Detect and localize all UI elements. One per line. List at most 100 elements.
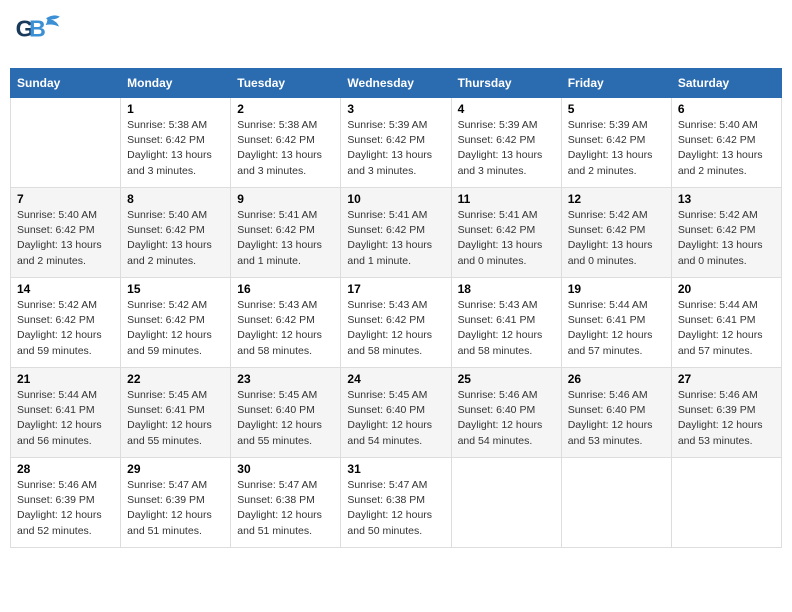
- week-row-4: 21 Sunrise: 5:44 AM Sunset: 6:41 PM Dayli…: [11, 368, 782, 458]
- day-info: Sunrise: 5:39 AM Sunset: 6:42 PM Dayligh…: [347, 118, 444, 179]
- col-header-friday: Friday: [561, 69, 671, 98]
- cell-5-4: 31 Sunrise: 5:47 AM Sunset: 6:38 PM Dayli…: [341, 458, 451, 548]
- day-number: 12: [568, 192, 665, 206]
- cell-1-4: 3Sunrise: 5:39 AM Sunset: 6:42 PM Daylig…: [341, 98, 451, 188]
- day-info: Sunrise: 5:42 AM Sunset: 6:42 PM Dayligh…: [678, 208, 775, 269]
- day-number: 16: [237, 282, 334, 296]
- day-info: Sunrise: 5:47 AM Sunset: 6:38 PM Dayligh…: [237, 478, 334, 539]
- cell-5-1: 28 Sunrise: 5:46 AM Sunset: 6:39 PM Dayli…: [11, 458, 121, 548]
- day-number: 9: [237, 192, 334, 206]
- cell-3-1: 14 Sunrise: 5:42 AM Sunset: 6:42 PM Dayli…: [11, 278, 121, 368]
- day-info: Sunrise: 5:44 AM Sunset: 6:41 PM Dayligh…: [678, 298, 775, 359]
- day-info: Sunrise: 5:46 AM Sunset: 6:39 PM Dayligh…: [17, 478, 114, 539]
- day-info: Sunrise: 5:38 AM Sunset: 6:42 PM Dayligh…: [127, 118, 224, 179]
- cell-2-1: 7Sunrise: 5:40 AM Sunset: 6:42 PM Daylig…: [11, 188, 121, 278]
- day-number: 18: [458, 282, 555, 296]
- day-info: Sunrise: 5:41 AM Sunset: 6:42 PM Dayligh…: [347, 208, 444, 269]
- cell-4-1: 21 Sunrise: 5:44 AM Sunset: 6:41 PM Dayli…: [11, 368, 121, 458]
- day-number: 7: [17, 192, 114, 206]
- day-number: 13: [678, 192, 775, 206]
- cell-2-4: 10 Sunrise: 5:41 AM Sunset: 6:42 PM Dayli…: [341, 188, 451, 278]
- day-info: Sunrise: 5:43 AM Sunset: 6:41 PM Dayligh…: [458, 298, 555, 359]
- day-number: 26: [568, 372, 665, 386]
- day-number: 2: [237, 102, 334, 116]
- cell-5-3: 30 Sunrise: 5:47 AM Sunset: 6:38 PM Dayli…: [231, 458, 341, 548]
- day-number: 28: [17, 462, 114, 476]
- day-number: 23: [237, 372, 334, 386]
- cell-4-4: 24 Sunrise: 5:45 AM Sunset: 6:40 PM Dayli…: [341, 368, 451, 458]
- cell-5-6: [561, 458, 671, 548]
- day-number: 11: [458, 192, 555, 206]
- day-info: Sunrise: 5:45 AM Sunset: 6:41 PM Dayligh…: [127, 388, 224, 449]
- calendar-table: SundayMondayTuesdayWednesdayThursdayFrid…: [10, 68, 782, 548]
- day-info: Sunrise: 5:41 AM Sunset: 6:42 PM Dayligh…: [237, 208, 334, 269]
- cell-2-2: 8 Sunrise: 5:40 AM Sunset: 6:42 PM Daylig…: [121, 188, 231, 278]
- day-number: 30: [237, 462, 334, 476]
- cell-5-2: 29 Sunrise: 5:47 AM Sunset: 6:39 PM Dayli…: [121, 458, 231, 548]
- day-number: 8: [127, 192, 224, 206]
- day-number: 4: [458, 102, 555, 116]
- cell-4-5: 25 Sunrise: 5:46 AM Sunset: 6:40 PM Dayli…: [451, 368, 561, 458]
- cell-3-4: 17 Sunrise: 5:43 AM Sunset: 6:42 PM Dayli…: [341, 278, 451, 368]
- day-number: 21: [17, 372, 114, 386]
- cell-3-3: 16 Sunrise: 5:43 AM Sunset: 6:42 PM Dayli…: [231, 278, 341, 368]
- day-info: Sunrise: 5:39 AM Sunset: 6:42 PM Dayligh…: [458, 118, 555, 179]
- day-number: 25: [458, 372, 555, 386]
- day-info: Sunrise: 5:43 AM Sunset: 6:42 PM Dayligh…: [347, 298, 444, 359]
- day-number: 5: [568, 102, 665, 116]
- day-info: Sunrise: 5:38 AM Sunset: 6:42 PM Dayligh…: [237, 118, 334, 179]
- day-info: Sunrise: 5:40 AM Sunset: 6:42 PM Dayligh…: [678, 118, 775, 179]
- day-info: Sunrise: 5:42 AM Sunset: 6:42 PM Dayligh…: [568, 208, 665, 269]
- day-info: Sunrise: 5:46 AM Sunset: 6:40 PM Dayligh…: [568, 388, 665, 449]
- day-number: 14: [17, 282, 114, 296]
- cell-2-7: 13 Sunrise: 5:42 AM Sunset: 6:42 PM Dayli…: [671, 188, 781, 278]
- day-number: 31: [347, 462, 444, 476]
- cell-1-2: 1Sunrise: 5:38 AM Sunset: 6:42 PM Daylig…: [121, 98, 231, 188]
- day-number: 24: [347, 372, 444, 386]
- logo: G B: [14, 10, 66, 60]
- day-info: Sunrise: 5:45 AM Sunset: 6:40 PM Dayligh…: [347, 388, 444, 449]
- day-info: Sunrise: 5:42 AM Sunset: 6:42 PM Dayligh…: [17, 298, 114, 359]
- col-header-monday: Monday: [121, 69, 231, 98]
- svg-text:B: B: [29, 16, 46, 42]
- day-info: Sunrise: 5:40 AM Sunset: 6:42 PM Dayligh…: [127, 208, 224, 269]
- day-number: 10: [347, 192, 444, 206]
- day-number: 15: [127, 282, 224, 296]
- day-info: Sunrise: 5:43 AM Sunset: 6:42 PM Dayligh…: [237, 298, 334, 359]
- cell-4-6: 26 Sunrise: 5:46 AM Sunset: 6:40 PM Dayli…: [561, 368, 671, 458]
- cell-4-3: 23 Sunrise: 5:45 AM Sunset: 6:40 PM Dayli…: [231, 368, 341, 458]
- day-info: Sunrise: 5:46 AM Sunset: 6:39 PM Dayligh…: [678, 388, 775, 449]
- day-number: 17: [347, 282, 444, 296]
- cell-1-6: 5 Sunrise: 5:39 AM Sunset: 6:42 PM Daylig…: [561, 98, 671, 188]
- day-number: 27: [678, 372, 775, 386]
- day-number: 29: [127, 462, 224, 476]
- column-headers: SundayMondayTuesdayWednesdayThursdayFrid…: [11, 69, 782, 98]
- cell-4-2: 22Sunrise: 5:45 AM Sunset: 6:41 PM Dayli…: [121, 368, 231, 458]
- col-header-wednesday: Wednesday: [341, 69, 451, 98]
- day-number: 20: [678, 282, 775, 296]
- cell-5-7: [671, 458, 781, 548]
- cell-3-7: 20 Sunrise: 5:44 AM Sunset: 6:41 PM Dayli…: [671, 278, 781, 368]
- cell-3-2: 15 Sunrise: 5:42 AM Sunset: 6:42 PM Dayli…: [121, 278, 231, 368]
- day-info: Sunrise: 5:46 AM Sunset: 6:40 PM Dayligh…: [458, 388, 555, 449]
- day-info: Sunrise: 5:39 AM Sunset: 6:42 PM Dayligh…: [568, 118, 665, 179]
- cell-2-3: 9 Sunrise: 5:41 AM Sunset: 6:42 PM Daylig…: [231, 188, 341, 278]
- day-info: Sunrise: 5:45 AM Sunset: 6:40 PM Dayligh…: [237, 388, 334, 449]
- day-number: 19: [568, 282, 665, 296]
- day-number: 6: [678, 102, 775, 116]
- day-info: Sunrise: 5:47 AM Sunset: 6:39 PM Dayligh…: [127, 478, 224, 539]
- cell-1-3: 2 Sunrise: 5:38 AM Sunset: 6:42 PM Daylig…: [231, 98, 341, 188]
- col-header-tuesday: Tuesday: [231, 69, 341, 98]
- day-info: Sunrise: 5:42 AM Sunset: 6:42 PM Dayligh…: [127, 298, 224, 359]
- cell-1-7: 6 Sunrise: 5:40 AM Sunset: 6:42 PM Daylig…: [671, 98, 781, 188]
- day-info: Sunrise: 5:41 AM Sunset: 6:42 PM Dayligh…: [458, 208, 555, 269]
- cell-5-5: [451, 458, 561, 548]
- week-row-5: 28 Sunrise: 5:46 AM Sunset: 6:39 PM Dayli…: [11, 458, 782, 548]
- col-header-saturday: Saturday: [671, 69, 781, 98]
- cell-1-1: [11, 98, 121, 188]
- week-row-1: 1Sunrise: 5:38 AM Sunset: 6:42 PM Daylig…: [11, 98, 782, 188]
- day-info: Sunrise: 5:44 AM Sunset: 6:41 PM Dayligh…: [17, 388, 114, 449]
- day-info: Sunrise: 5:47 AM Sunset: 6:38 PM Dayligh…: [347, 478, 444, 539]
- cell-3-6: 19Sunrise: 5:44 AM Sunset: 6:41 PM Dayli…: [561, 278, 671, 368]
- cell-2-6: 12 Sunrise: 5:42 AM Sunset: 6:42 PM Dayli…: [561, 188, 671, 278]
